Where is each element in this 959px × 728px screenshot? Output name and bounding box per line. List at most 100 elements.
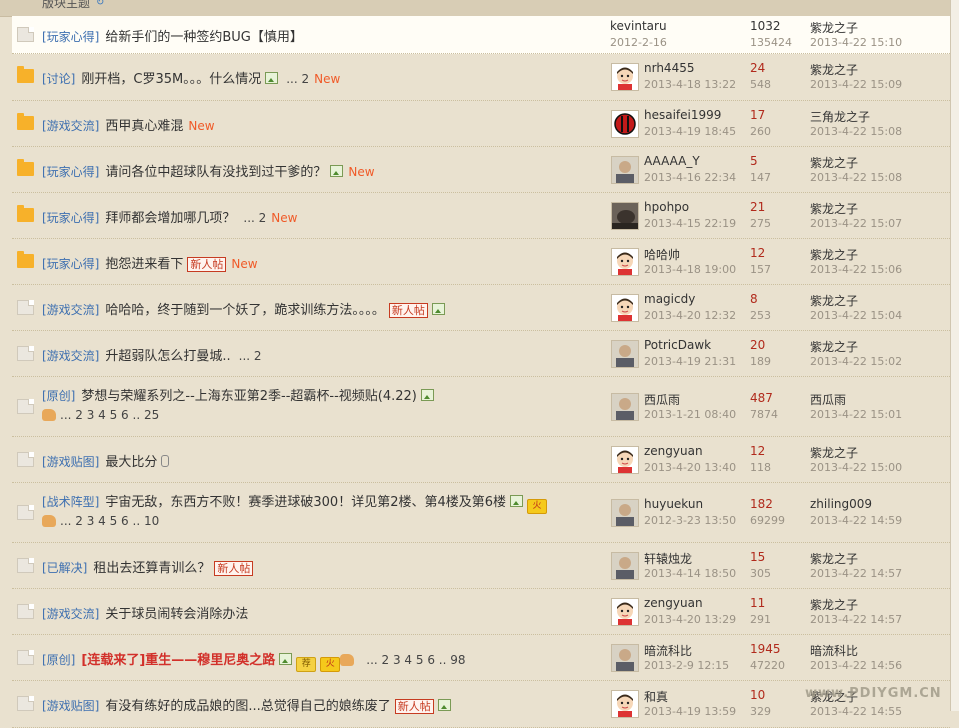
thread-title-link[interactable]: 梦想与荣耀系列之--上海东亚第2季--超霸杯--视频贴(4.22) — [81, 389, 417, 404]
thread-category[interactable]: [游戏交流] — [42, 349, 99, 363]
table-row[interactable]: [讨论] 刚开档，C罗35M。。。什么情况 ... 2 New nrh4455 2013-… — [12, 54, 950, 101]
author-link[interactable]: hpohpo — [644, 200, 689, 214]
avatar[interactable] — [611, 63, 639, 91]
thread-title-link[interactable]: 租出去还算青训么？ — [93, 561, 210, 576]
thread-category[interactable]: [原创] — [42, 653, 75, 667]
last-post-user[interactable]: zhiling009 — [810, 497, 872, 511]
table-row[interactable]: [游戏交流] 关于球员闹转会消除办法 zengyuan 2013-4-20 13:29… — [12, 589, 950, 635]
thread-title-link[interactable]: 宇宙无敌，东西方不败！赛季进球破300！详见第2楼、第4楼及第6楼 — [105, 495, 506, 510]
thread-title-link[interactable]: 最大比分 — [105, 455, 157, 470]
avatar[interactable] — [611, 248, 639, 276]
author-link[interactable]: 哈哈帅 — [644, 246, 680, 263]
table-row[interactable]: [玩家心得] 给新手们的一种签约BUG【慎用】 kevintaru 2012-2-16… — [12, 16, 950, 54]
last-post-user[interactable]: 紫龙之子 — [810, 154, 858, 171]
table-row[interactable]: [玩家心得] 请问各位中超球队有没找到过干爹的？ New AAAAA_Y 2013-4-… — [12, 147, 950, 193]
table-row[interactable]: [原创] [连载来了]重生——穆里尼奥之路 荐火 ... 2 3 4 5 6 .. 9… — [12, 635, 950, 681]
scrollbar[interactable] — [950, 0, 959, 711]
thread-category[interactable]: [战术阵型] — [42, 495, 99, 509]
avatar[interactable] — [611, 393, 639, 421]
last-post-time[interactable]: 2013-4-22 15:01 — [810, 408, 902, 421]
last-post-time[interactable]: 2013-4-22 14:59 — [810, 514, 902, 527]
thread-title-link[interactable]: [连载来了]重生——穆里尼奥之路 — [81, 653, 275, 668]
avatar[interactable] — [611, 644, 639, 672]
thread-title-link[interactable]: 关于球员闹转会消除办法 — [105, 607, 248, 622]
thread-title-link[interactable]: 有没有练好的成品娘的图...总觉得自己的娘练废了 — [105, 699, 390, 714]
page-links[interactable]: ... 2 3 4 5 6 .. 25 — [60, 408, 159, 422]
thread-title-link[interactable]: 刚开档，C罗35M。。。什么情况 — [81, 72, 261, 87]
thread-category[interactable]: [已解决] — [42, 561, 87, 575]
avatar[interactable] — [611, 110, 639, 138]
last-post-time[interactable]: 2013-4-22 15:07 — [810, 217, 902, 230]
last-post-user[interactable]: 紫龙之子 — [810, 19, 858, 36]
last-post-user[interactable]: 紫龙之子 — [810, 292, 858, 309]
page-links[interactable]: ... 2 — [243, 211, 266, 225]
last-post-time[interactable]: 2013-4-22 15:09 — [810, 78, 902, 91]
author-link[interactable]: AAAAA_Y — [644, 154, 700, 168]
table-row[interactable]: [玩家心得] 抱怨进来看下 新人帖 New 哈哈帅 2013-4-18 19:00 12 15… — [12, 239, 950, 285]
thread-category[interactable]: [讨论] — [42, 72, 75, 86]
thread-category[interactable]: [游戏交流] — [42, 607, 99, 621]
last-post-user[interactable]: 暗流科比 — [810, 642, 858, 659]
last-post-time[interactable]: 2013-4-22 14:55 — [810, 705, 902, 718]
thread-category[interactable]: [玩家心得] — [42, 257, 99, 271]
thread-title-link[interactable]: 拜师都会增加哪几项？ — [105, 211, 235, 226]
table-row[interactable]: [已解决] 租出去还算青训么？ 新人帖 轩辕烛龙 2013-4-14 18:50 15 30… — [12, 543, 950, 589]
last-post-time[interactable]: 2013-4-22 15:08 — [810, 125, 902, 138]
last-post-time[interactable]: 2013-4-22 14:57 — [810, 613, 902, 626]
last-post-user[interactable]: 三角龙之子 — [810, 108, 870, 125]
last-post-time[interactable]: 2013-4-22 15:06 — [810, 263, 902, 276]
last-post-time[interactable]: 2013-4-22 14:57 — [810, 567, 902, 580]
author-link[interactable]: 西瓜雨 — [644, 391, 680, 408]
last-post-time[interactable]: 2013-4-22 15:08 — [810, 171, 902, 184]
avatar[interactable] — [611, 202, 639, 230]
page-links[interactable]: ... 2 — [286, 72, 309, 86]
avatar[interactable] — [611, 294, 639, 322]
thread-category[interactable]: [玩家心得] — [42, 30, 99, 44]
table-row[interactable]: [游戏交流] 哈哈哈，终于随到一个妖了，跪求训练方法。。。。 新人帖 magicdy 2… — [12, 285, 950, 331]
avatar[interactable] — [611, 499, 639, 527]
table-row[interactable]: [原创] 梦想与荣耀系列之--上海东亚第2季--超霸杯--视频贴(4.22)...… — [12, 377, 950, 437]
last-post-user[interactable]: 紫龙之子 — [810, 338, 858, 355]
thread-category[interactable]: [游戏贴图] — [42, 455, 99, 469]
thread-title-link[interactable]: 升超弱队怎么打曼城.. — [105, 349, 230, 364]
last-post-time[interactable]: 2013-4-22 15:02 — [810, 355, 902, 368]
author-link[interactable]: 和真 — [644, 688, 668, 705]
table-row[interactable]: [游戏贴图] 最大比分 zengyuan 2013-4-20 13:40 12 118 紫龙… — [12, 437, 950, 483]
avatar[interactable] — [611, 446, 639, 474]
author-link[interactable]: 暗流科比 — [644, 642, 692, 659]
table-row[interactable]: [游戏交流] 西甲真心难混 New hesaifei1999 2013-4-19 18:… — [12, 101, 950, 147]
avatar[interactable] — [611, 552, 639, 580]
table-row[interactable]: [游戏交流] 升超弱队怎么打曼城.. ... 2 PotricDawk 2013-4-1… — [12, 331, 950, 377]
last-post-user[interactable]: 紫龙之子 — [810, 61, 858, 78]
thread-title-link[interactable]: 给新手们的一种签约BUG【慎用】 — [105, 30, 303, 45]
thread-category[interactable]: [原创] — [42, 389, 75, 403]
author-link[interactable]: magicdy — [644, 292, 695, 306]
author-link[interactable]: zengyuan — [644, 596, 703, 610]
page-links[interactable]: ... 2 3 4 5 6 .. 10 — [60, 514, 159, 528]
page-links[interactable]: ... 2 3 4 5 6 .. 98 — [366, 653, 465, 667]
author-link[interactable]: 轩辕烛龙 — [644, 550, 692, 567]
last-post-user[interactable]: 紫龙之子 — [810, 246, 858, 263]
last-post-time[interactable]: 2013-4-22 15:04 — [810, 309, 902, 322]
author-link[interactable]: PotricDawk — [644, 338, 711, 352]
avatar[interactable] — [611, 156, 639, 184]
avatar[interactable] — [611, 690, 639, 718]
thread-title-link[interactable]: 哈哈哈，终于随到一个妖了，跪求训练方法。。。。 — [105, 303, 385, 318]
thread-title-link[interactable]: 西甲真心难混 — [105, 119, 183, 134]
table-row[interactable]: [玩家心得] 拜师都会增加哪几项？ ... 2 New hpohpo 2013-4-15 … — [12, 193, 950, 239]
thread-category[interactable]: [游戏交流] — [42, 119, 99, 133]
author-link[interactable]: kevintaru — [610, 19, 667, 33]
last-post-time[interactable]: 2013-4-22 15:00 — [810, 461, 902, 474]
thread-category[interactable]: [游戏交流] — [42, 303, 99, 317]
thread-category[interactable]: [玩家心得] — [42, 165, 99, 179]
thread-title-link[interactable]: 抱怨进来看下 — [105, 257, 183, 272]
last-post-user[interactable]: 西瓜雨 — [810, 391, 846, 408]
last-post-user[interactable]: 紫龙之子 — [810, 444, 858, 461]
last-post-user[interactable]: 紫龙之子 — [810, 550, 858, 567]
avatar[interactable] — [611, 340, 639, 368]
author-link[interactable]: zengyuan — [644, 444, 703, 458]
table-row[interactable]: [战术阵型] 宇宙无敌，东西方不败！赛季进球破300！详见第2楼、第4楼及第6楼 火… — [12, 483, 950, 543]
last-post-user[interactable]: 紫龙之子 — [810, 596, 858, 613]
author-link[interactable]: huyuekun — [644, 497, 703, 511]
page-links[interactable]: ... 2 — [239, 349, 262, 363]
